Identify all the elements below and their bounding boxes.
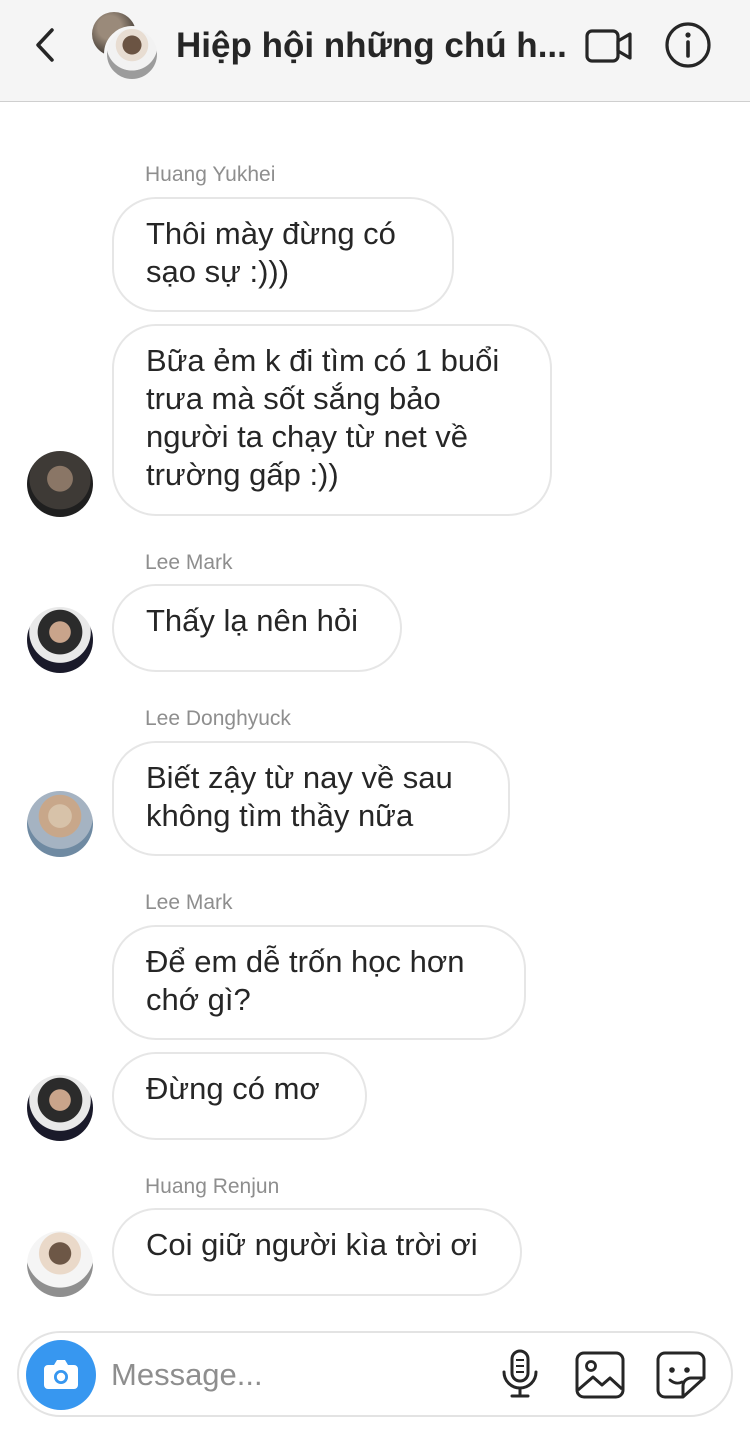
camera-icon <box>44 1360 78 1389</box>
message-bubble[interactable]: Bữa ẻm k đi tìm có 1 buổi trưa mà sốt sắ… <box>112 324 552 516</box>
message-bubble[interactable]: Thấy lạ nên hỏi <box>112 584 402 672</box>
gallery-button[interactable] <box>574 1350 626 1400</box>
info-icon <box>665 22 711 68</box>
chat-title[interactable]: Hiệp hội những chú h... <box>176 24 571 68</box>
microphone-icon <box>502 1349 538 1398</box>
camera-button[interactable] <box>26 1340 96 1410</box>
sticker-icon <box>656 1351 706 1399</box>
message-bubble[interactable]: Để em dễ trốn học hơn chớ gì? <box>112 925 526 1040</box>
group-avatar-front <box>104 26 160 82</box>
info-button[interactable] <box>664 21 712 69</box>
avatar[interactable] <box>27 791 93 857</box>
message-bubble[interactable]: Đừng có mơ <box>112 1052 367 1140</box>
gallery-icon <box>575 1351 625 1399</box>
message-bubble[interactable]: Biết zậy từ nay về sau không tìm thầy nữ… <box>112 741 510 856</box>
group-avatar[interactable] <box>92 12 160 82</box>
message-bubble[interactable]: Thôi mày đừng có sạo sự :))) <box>112 197 454 312</box>
sticker-button[interactable] <box>655 1350 707 1400</box>
avatar[interactable] <box>27 1231 93 1297</box>
message-composer <box>17 1331 733 1417</box>
sender-name: Huang Renjun <box>145 1175 280 1198</box>
voice-message-button[interactable] <box>498 1348 542 1400</box>
sender-name: Lee Mark <box>145 891 233 914</box>
message-input[interactable] <box>109 1347 493 1403</box>
avatar[interactable] <box>27 607 93 673</box>
chat-header: Hiệp hội những chú h... <box>0 0 750 102</box>
sender-name: Lee Donghyuck <box>145 707 291 730</box>
video-call-button[interactable] <box>584 26 634 66</box>
sender-name: Lee Mark <box>145 551 233 574</box>
back-button[interactable] <box>28 24 64 66</box>
video-camera-icon <box>585 29 632 63</box>
sender-name: Huang Yukhei <box>145 163 276 186</box>
message-bubble[interactable]: Coi giữ người kìa trời ơi <box>112 1208 522 1296</box>
chevron-left-icon <box>36 28 54 62</box>
avatar[interactable] <box>27 451 93 517</box>
avatar[interactable] <box>27 1075 93 1141</box>
